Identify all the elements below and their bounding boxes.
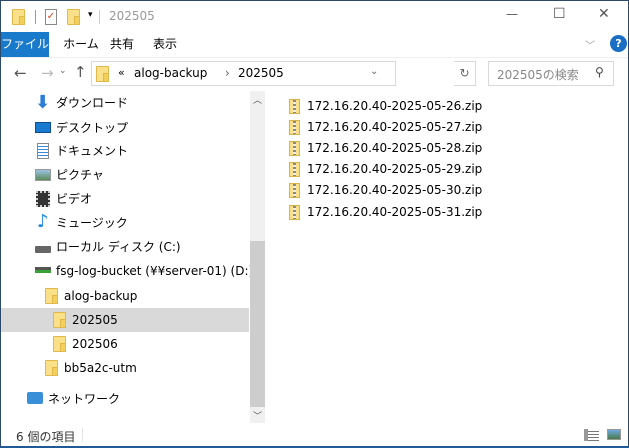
nav-item-desktop[interactable]: デスクトップ [1,116,249,140]
folder-icon [12,9,25,25]
navigation-pane: ⬇ ダウンロード デスクトップ ドキュメント ピクチャ ビデオ ♪ ミュージック ロ… [1,91,265,423]
maximize-button[interactable]: ☐ [553,6,566,22]
download-icon: ⬇ [35,92,51,113]
expand-ribbon-icon[interactable]: ﹀ [585,37,595,52]
large-icons-view-button[interactable] [607,429,621,440]
search-icon[interactable]: ⚲ [595,65,604,79]
network-drive-icon [35,267,51,273]
scroll-up-button[interactable]: ︿ [253,93,262,106]
customize-quick-access-icon[interactable]: ▾ [88,10,93,20]
zip-file-icon [289,141,300,156]
nav-item-202506[interactable]: 202506 [1,332,249,356]
nav-item-music[interactable]: ♪ ミュージック [1,211,249,235]
search-box[interactable]: 202505の検索 ⚲ [488,61,614,86]
recent-locations-icon[interactable]: ⌄ [59,66,67,76]
zip-file-icon [289,162,300,177]
nav-scrollbar[interactable]: ︿ ﹀ [250,91,265,423]
tab-view[interactable]: 表示 [145,32,185,57]
divider [1,57,628,58]
separator [35,10,36,24]
address-bar[interactable]: « alog-backup › 202505 ⌄ [91,61,396,86]
status-bar: 6 個の項目 [1,425,628,447]
back-button[interactable]: ← [14,64,27,82]
folder-icon [45,288,58,304]
refresh-button[interactable]: ↻ [454,61,476,86]
separator [82,428,83,442]
document-icon [37,143,49,159]
folder-icon [53,312,66,328]
address-row: ← → ⌄ ↑ « alog-backup › 202505 ⌄ ↻ 20250… [1,59,628,91]
up-button[interactable]: ↑ [74,63,87,81]
video-icon [36,191,50,207]
title-bar: ✓ ▾ 202505 — ☐ ✕ [1,1,628,32]
new-folder-icon[interactable] [67,9,80,25]
nav-item-alog-backup[interactable]: alog-backup [1,284,249,308]
close-button[interactable]: ✕ [598,6,610,22]
overflow-crumb[interactable]: « [118,66,125,79]
folder-icon [96,66,109,82]
details-view-button[interactable] [584,429,599,441]
nav-item-pictures[interactable]: ピクチャ [1,163,249,187]
nav-item-202505[interactable]: 202505 [1,308,249,332]
pictures-icon [35,169,51,181]
folder-icon [53,336,66,352]
properties-icon[interactable]: ✓ [45,9,57,25]
network-icon [27,392,43,404]
item-count: 6 個の項目 [16,430,76,444]
help-icon[interactable]: ? [610,35,627,52]
nav-item-network[interactable]: ネットワーク [1,387,249,411]
explorer-window: ✓ ▾ 202505 — ☐ ✕ ファイル ホーム 共有 表示 ﹀ ? ← → … [0,0,629,448]
minimize-button[interactable]: — [506,7,518,21]
zip-file-icon [289,99,300,114]
file-list: 172.16.20.40-2025-05-26.zip 172.16.20.40… [271,94,628,414]
zip-file-icon [289,205,300,220]
folder-icon [45,360,58,376]
tab-share[interactable]: 共有 [105,32,139,57]
nav-item-downloads[interactable]: ⬇ ダウンロード [1,91,249,115]
zip-file-icon [289,183,300,198]
local-disk-icon [35,246,51,253]
nav-item-local-disk[interactable]: ローカル ディスク (C:) [1,235,249,259]
nav-item-videos[interactable]: ビデオ [1,187,249,211]
scroll-down-button[interactable]: ﹀ [253,409,262,422]
zip-file-icon [289,120,300,135]
nav-item-bb5a2c-utm[interactable]: bb5a2c-utm [1,356,249,380]
separator [99,10,100,24]
forward-button[interactable]: → [41,64,54,82]
tab-home[interactable]: ホーム [61,32,101,57]
address-dropdown-icon[interactable]: ⌄ [370,66,378,77]
nav-item-network-drive[interactable]: fsg-log-bucket (¥¥server-01) (D:) [1,259,253,283]
tab-file[interactable]: ファイル [1,32,49,57]
desktop-icon [35,122,51,133]
music-icon: ♪ [37,211,49,232]
breadcrumb-202505[interactable]: 202505 [238,66,284,80]
window-title: 202505 [109,9,155,23]
breadcrumb-alog-backup[interactable]: alog-backup [134,66,207,80]
search-placeholder: 202505の検索 [497,68,579,82]
ribbon-tabs: ファイル ホーム 共有 表示 ﹀ ? [1,32,628,57]
scroll-thumb[interactable] [250,241,265,407]
breadcrumb-separator[interactable]: › [225,66,230,80]
nav-item-documents[interactable]: ドキュメント [1,139,249,163]
